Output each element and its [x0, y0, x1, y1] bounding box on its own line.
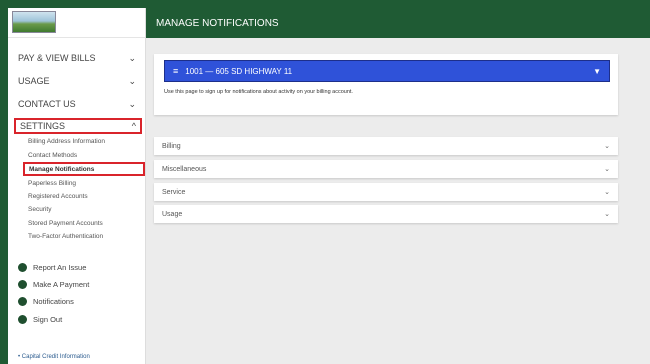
capital-credit-link[interactable]: • Capital Credit Information: [18, 354, 90, 360]
main-content: ≡ 1001 — 605 SD HIGHWAY 11 ▼ Use this pa…: [146, 38, 650, 364]
chevron-down-icon: ⌄: [128, 75, 136, 86]
settings-item-stored-payment[interactable]: Stored Payment Accounts: [28, 220, 103, 227]
chevron-down-icon: ⌄: [604, 211, 610, 218]
settings-item-billing-address[interactable]: Billing Address Information: [28, 138, 105, 145]
payment-icon: [18, 280, 27, 289]
action-report-issue[interactable]: Report An Issue: [18, 263, 86, 272]
report-icon: [18, 263, 27, 272]
action-sign-out[interactable]: Sign Out: [18, 315, 62, 324]
nav-label: PAY & VIEW BILLS: [18, 53, 96, 63]
section-label: Miscellaneous: [162, 165, 207, 173]
account-card: ≡ 1001 — 605 SD HIGHWAY 11 ▼ Use this pa…: [154, 54, 618, 115]
instructions-text: Use this page to sign up for notificatio…: [164, 89, 353, 95]
menu-icon: ≡: [173, 66, 179, 76]
section-label: Service: [162, 188, 186, 196]
chevron-down-icon: ⌄: [128, 52, 136, 63]
section-label: Usage: [162, 210, 183, 218]
settings-item-registered-accounts[interactable]: Registered Accounts: [28, 193, 88, 200]
page-title: MANAGE NOTIFICATIONS: [156, 17, 279, 29]
section-miscellaneous[interactable]: Miscellaneous ⌄: [154, 160, 618, 178]
nav-pay-view-bills[interactable]: PAY & VIEW BILLS ⌄: [8, 47, 146, 69]
action-label: Sign Out: [33, 315, 63, 324]
action-label: Notifications: [33, 297, 74, 306]
chevron-down-icon: ⌄: [128, 98, 136, 109]
sign-out-icon: [18, 315, 27, 324]
caret-down-icon: ▼: [593, 66, 601, 76]
bell-icon: [18, 297, 27, 306]
action-notifications[interactable]: Notifications: [18, 297, 74, 306]
settings-item-paperless-billing[interactable]: Paperless Billing: [28, 180, 76, 187]
sidebar: PAY & VIEW BILLS ⌄ USAGE ⌄ CONTACT US ⌄ …: [8, 8, 146, 364]
chevron-down-icon: ⌄: [604, 143, 610, 150]
chevron-up-icon: ^: [131, 121, 136, 131]
chevron-down-icon: ⌄: [604, 189, 610, 196]
logo-area: [8, 8, 145, 38]
page-header: MANAGE NOTIFICATIONS: [146, 8, 650, 38]
section-service[interactable]: Service ⌄: [154, 183, 618, 201]
settings-item-contact-methods[interactable]: Contact Methods: [28, 152, 77, 159]
action-label: Make A Payment: [33, 280, 90, 289]
section-usage[interactable]: Usage ⌄: [154, 205, 618, 223]
logo[interactable]: [12, 11, 56, 33]
nav-label: USAGE: [18, 76, 50, 86]
nav-settings[interactable]: SETTINGS ^: [14, 118, 142, 134]
section-label: Billing: [162, 142, 181, 150]
nav-label: CONTACT US: [18, 99, 76, 109]
settings-item-security[interactable]: Security: [28, 206, 51, 213]
nav-usage[interactable]: USAGE ⌄: [8, 70, 146, 92]
action-make-payment[interactable]: Make A Payment: [18, 280, 89, 289]
account-select[interactable]: ≡ 1001 — 605 SD HIGHWAY 11 ▼: [164, 60, 610, 82]
action-label: Report An Issue: [33, 263, 87, 272]
settings-item-two-factor[interactable]: Two-Factor Authentication: [28, 233, 103, 240]
app-frame: PAY & VIEW BILLS ⌄ USAGE ⌄ CONTACT US ⌄ …: [8, 8, 650, 364]
section-billing[interactable]: Billing ⌄: [154, 137, 618, 155]
chevron-down-icon: ⌄: [604, 166, 610, 173]
nav-label: SETTINGS: [20, 121, 66, 131]
account-value: 1001 — 605 SD HIGHWAY 11: [185, 66, 293, 76]
nav-contact-us[interactable]: CONTACT US ⌄: [8, 93, 146, 115]
settings-item-manage-notifications[interactable]: Manage Notifications: [23, 162, 145, 176]
